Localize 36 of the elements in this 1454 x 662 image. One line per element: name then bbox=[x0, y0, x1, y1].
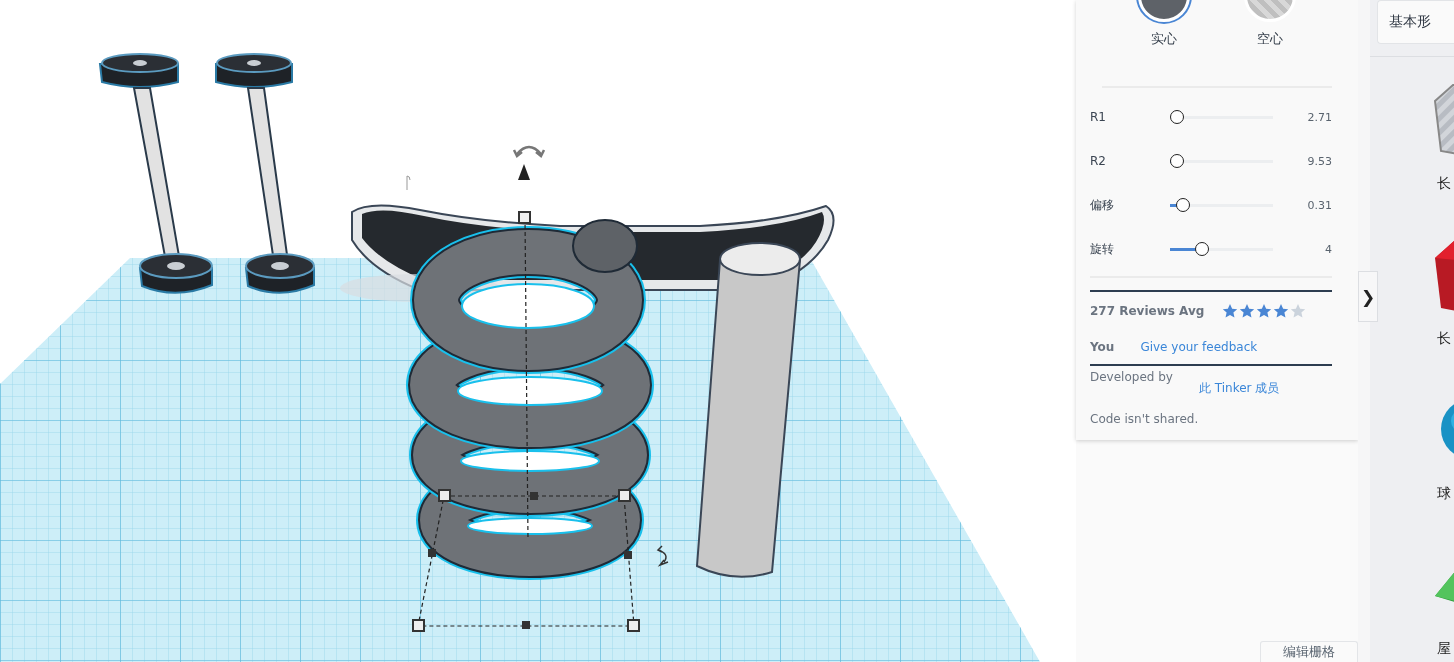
star-icon bbox=[1256, 303, 1273, 319]
option-label: 空心 bbox=[1257, 30, 1283, 48]
slider-thumb[interactable] bbox=[1170, 154, 1185, 168]
slider-thumb[interactable] bbox=[1194, 242, 1209, 256]
parameter-value: 9.53 bbox=[1306, 154, 1332, 168]
star-icon bbox=[1222, 303, 1239, 319]
slider-thumb[interactable] bbox=[1170, 110, 1184, 124]
rotate-arrow-icon bbox=[512, 145, 546, 158]
star-icon bbox=[1239, 303, 1256, 319]
user-label: You bbox=[1090, 340, 1115, 354]
parameter-value: 4 bbox=[1324, 242, 1332, 256]
parameter-label: 旋转 bbox=[1090, 240, 1115, 258]
parameter-value: 0.31 bbox=[1306, 198, 1332, 212]
reviews-summary: 277 Reviews Avg bbox=[1090, 304, 1205, 318]
star-icon bbox=[1273, 303, 1290, 319]
parameter-label: 偏移 bbox=[1090, 196, 1115, 214]
shape-label: 球 bbox=[1437, 485, 1451, 503]
slider-thumb[interactable] bbox=[1176, 198, 1191, 212]
cone-arrow-icon bbox=[518, 164, 530, 180]
tick-mark-icon bbox=[406, 175, 411, 191]
feedback-link[interactable]: Give your feedback bbox=[1140, 340, 1258, 354]
shape-label: 长 bbox=[1437, 330, 1451, 348]
star-icon bbox=[1290, 303, 1307, 319]
parameter-value: 2.71 bbox=[1306, 110, 1332, 124]
rotate-arrow-icon bbox=[657, 545, 669, 566]
code-note: Code isn't shared. bbox=[1090, 412, 1200, 426]
option-label: 实心 bbox=[1151, 30, 1177, 48]
panel-toggle[interactable]: ❯ bbox=[1358, 271, 1378, 322]
library-category[interactable]: 基本形 bbox=[1377, 0, 1454, 44]
shape-label: 屋 bbox=[1437, 640, 1451, 658]
developer-label: Developed by bbox=[1090, 370, 1173, 386]
edit-grid-button[interactable]: 编辑栅格 bbox=[1260, 641, 1358, 662]
parameter-label: R1 bbox=[1090, 110, 1107, 124]
developer-link[interactable]: 此 Tinker 成员 bbox=[1198, 380, 1280, 412]
shape-label: 长 bbox=[1437, 175, 1451, 193]
parameter-label: R2 bbox=[1090, 154, 1107, 168]
